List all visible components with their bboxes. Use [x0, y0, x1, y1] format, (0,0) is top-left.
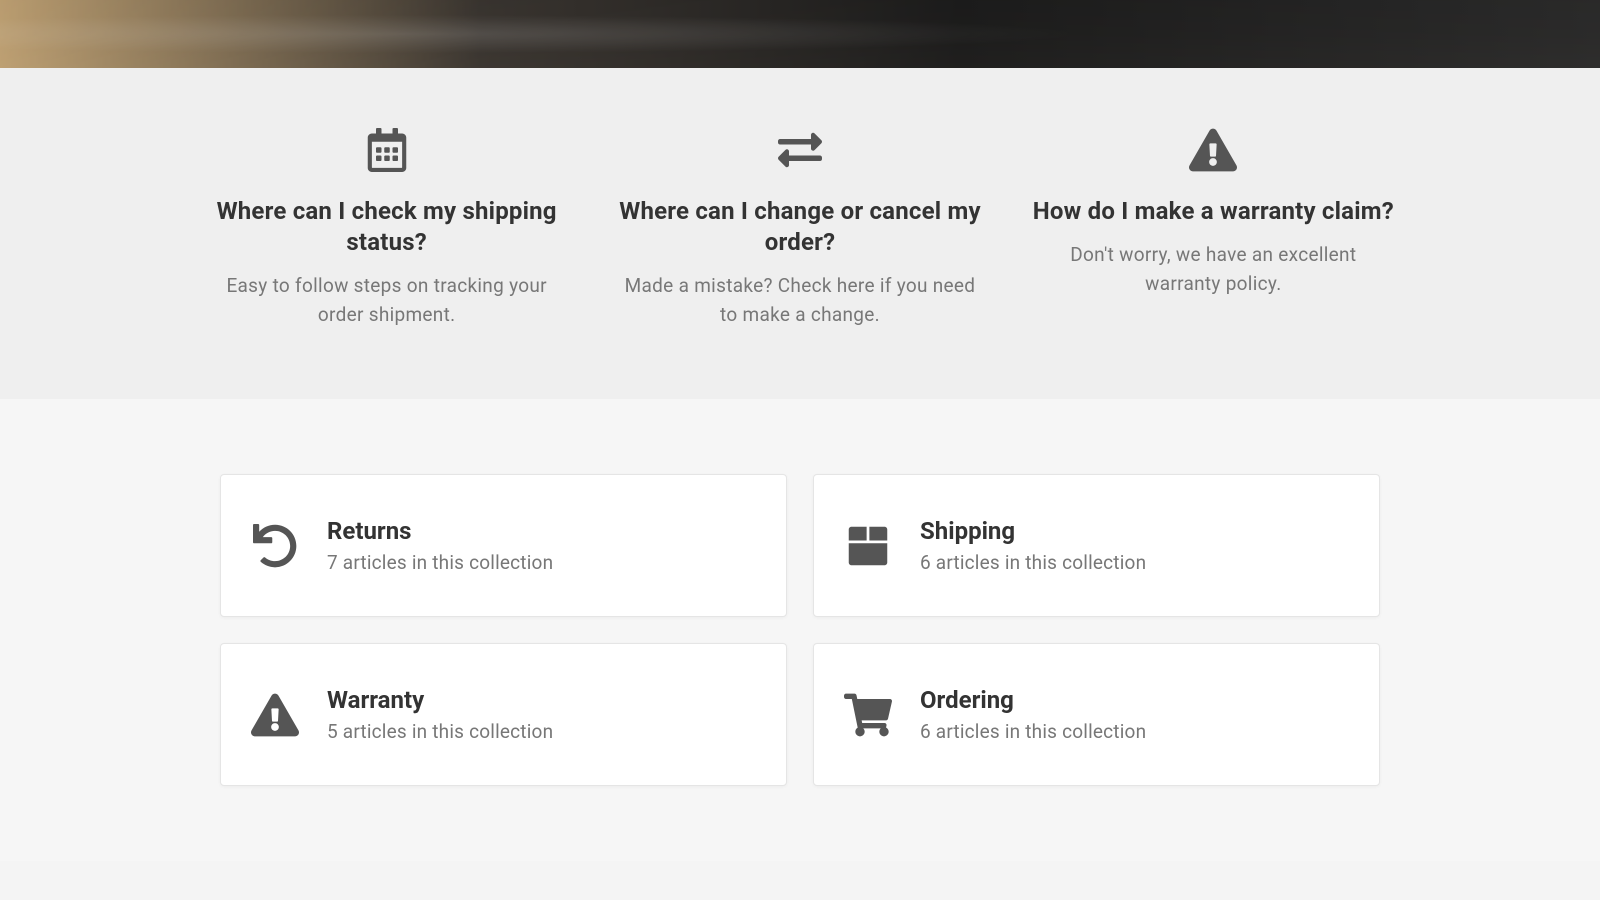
collection-title: Ordering [920, 686, 1146, 714]
feature-title: Where can I check my shipping status? [200, 196, 573, 258]
collection-shipping[interactable]: Shipping 6 articles in this collection [813, 474, 1380, 617]
feature-change-order[interactable]: Where can I change or cancel my order? M… [613, 128, 986, 329]
undo-icon [251, 524, 299, 568]
feature-warranty-claim[interactable]: How do I make a warranty claim? Don't wo… [1027, 128, 1400, 329]
collection-title: Shipping [920, 517, 1146, 545]
collection-warranty[interactable]: Warranty 5 articles in this collection [220, 643, 787, 786]
collection-title: Warranty [327, 686, 553, 714]
collection-title: Returns [327, 517, 553, 545]
feature-title: How do I make a warranty claim? [1027, 196, 1400, 227]
box-icon [844, 524, 892, 568]
feature-shipping-status[interactable]: Where can I check my shipping status? Ea… [200, 128, 573, 329]
feature-title: Where can I change or cancel my order? [613, 196, 986, 258]
collection-count: 5 articles in this collection [327, 720, 553, 743]
warning-icon [1027, 128, 1400, 172]
collection-count: 6 articles in this collection [920, 720, 1146, 743]
collection-ordering[interactable]: Ordering 6 articles in this collection [813, 643, 1380, 786]
features-section: Where can I check my shipping status? Ea… [0, 68, 1600, 399]
feature-description: Easy to follow steps on tracking your or… [200, 272, 573, 329]
feature-description: Made a mistake? Check here if you need t… [613, 272, 986, 329]
warning-icon [251, 693, 299, 737]
exchange-icon [613, 128, 986, 172]
calendar-icon [200, 128, 573, 172]
feature-description: Don't worry, we have an excellent warran… [1027, 241, 1400, 298]
collection-returns[interactable]: Returns 7 articles in this collection [220, 474, 787, 617]
collections-section: Returns 7 articles in this collection Sh… [0, 399, 1600, 861]
hero-banner [0, 0, 1600, 68]
cart-icon [844, 693, 892, 737]
collection-count: 7 articles in this collection [327, 551, 553, 574]
collection-count: 6 articles in this collection [920, 551, 1146, 574]
